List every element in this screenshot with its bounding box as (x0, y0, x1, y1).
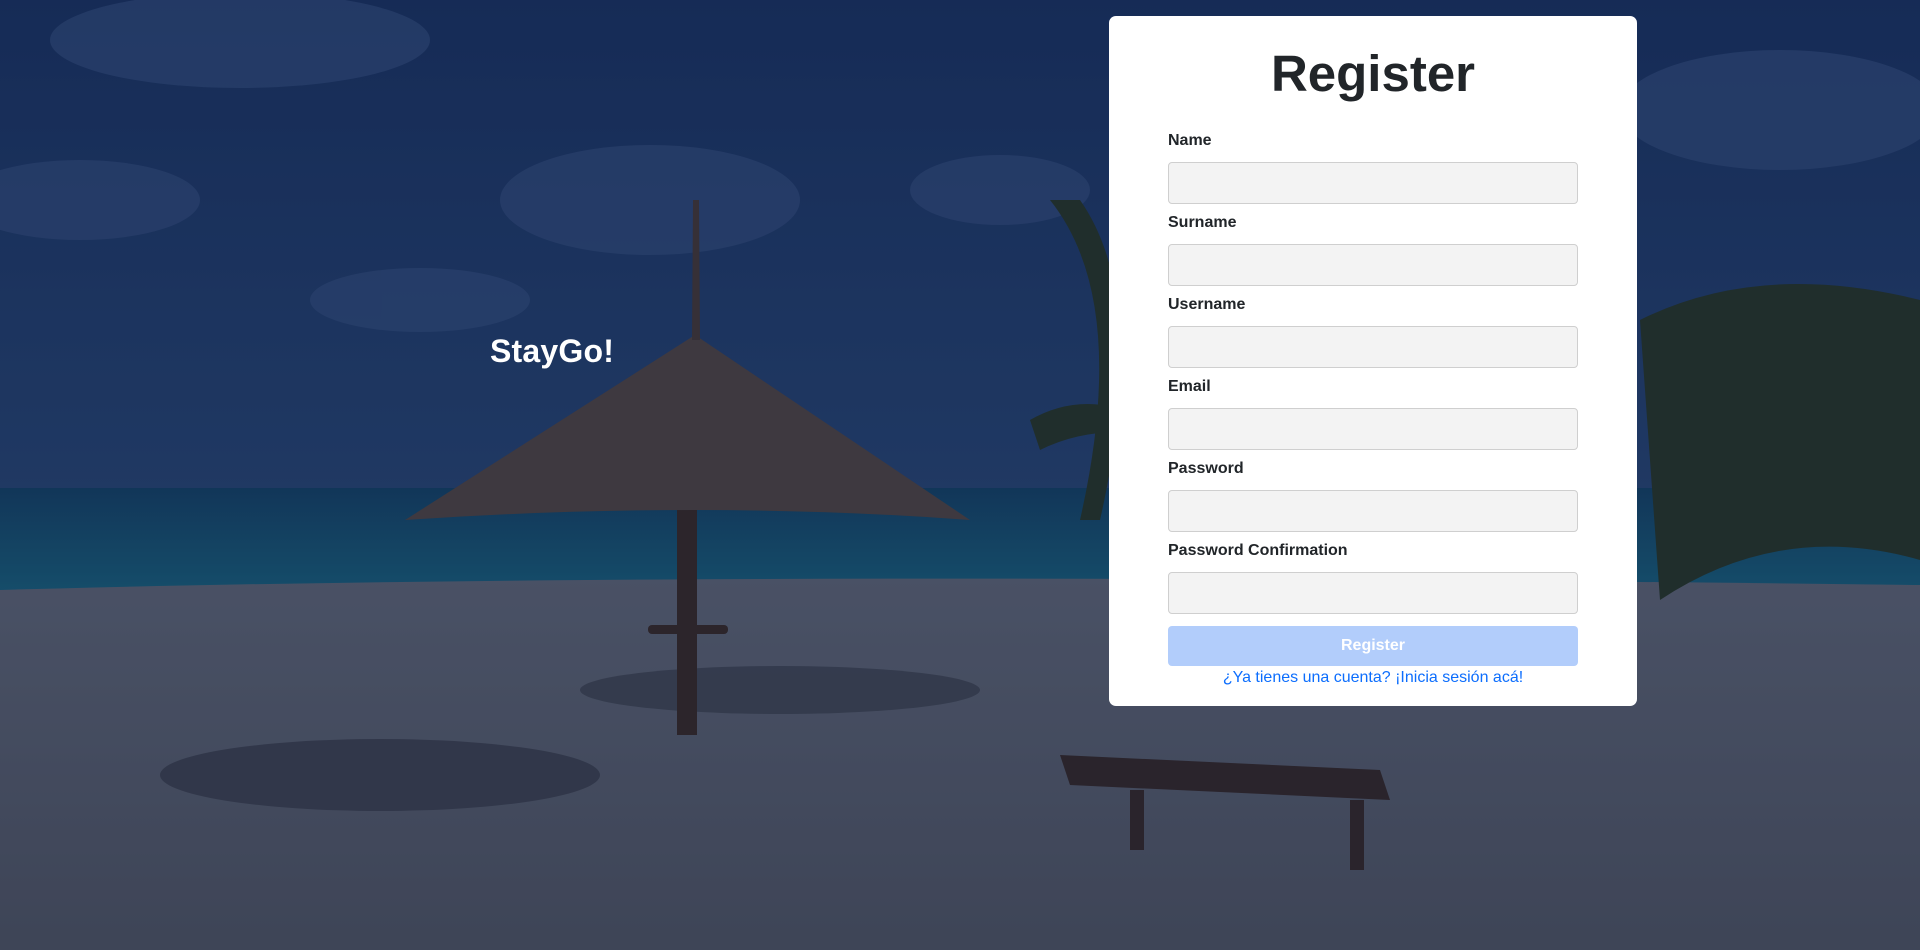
register-card: Register Name Surname Username Email Pas… (1109, 16, 1637, 706)
surname-label: Surname (1168, 214, 1237, 231)
password-confirmation-label: Password Confirmation (1168, 542, 1348, 559)
surname-input[interactable] (1168, 244, 1578, 286)
name-label: Name (1168, 132, 1212, 149)
password-confirmation-input[interactable] (1168, 572, 1578, 614)
password-label: Password (1168, 460, 1244, 477)
username-input[interactable] (1168, 326, 1578, 368)
password-input[interactable] (1168, 490, 1578, 532)
username-label: Username (1168, 296, 1246, 313)
login-link[interactable]: ¿Ya tienes una cuenta? ¡Inicia sesión ac… (1109, 669, 1637, 687)
name-input[interactable] (1168, 162, 1578, 204)
register-title: Register (1270, 45, 1476, 102)
email-label: Email (1168, 378, 1211, 395)
register-button[interactable]: Register (1168, 626, 1578, 666)
brand-name: StayGo! (490, 333, 615, 369)
email-input[interactable] (1168, 408, 1578, 450)
